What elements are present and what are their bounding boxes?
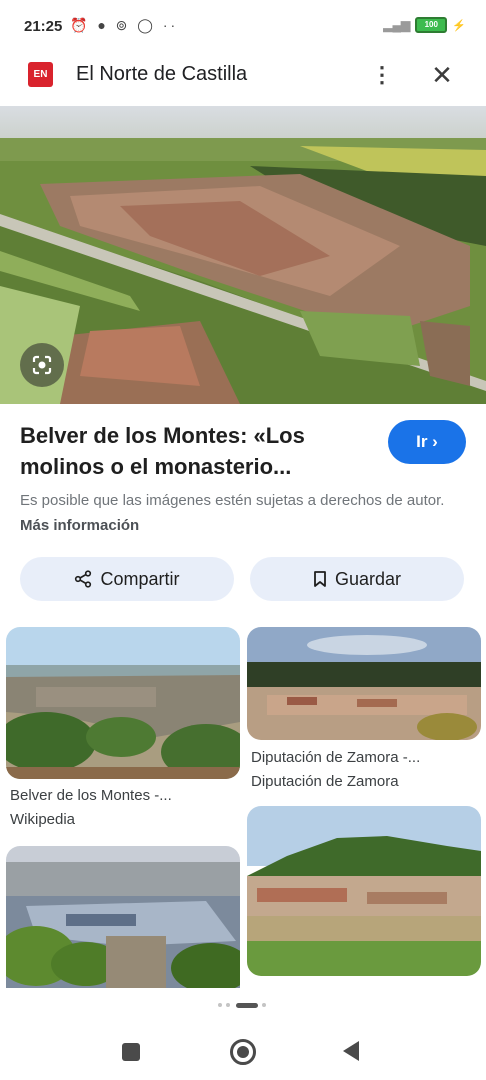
result-title[interactable]: Belver de los Montes: «Los molinos o el … xyxy=(20,420,370,482)
save-label: Guardar xyxy=(334,568,402,589)
back-icon[interactable] xyxy=(343,1041,359,1061)
copyright-notice: Es posible que las imágenes estén sujeta… xyxy=(20,488,470,538)
signal-icon: ▂▄▆ xyxy=(383,18,411,32)
aerial-village-photo xyxy=(0,106,486,404)
bookmark-icon xyxy=(314,571,326,587)
related-title-1: Belver de los Montes -... xyxy=(10,787,172,804)
app-bar: EN El Norte de Castilla ⋮ ✕ xyxy=(0,52,486,98)
visit-button[interactable]: Ir › xyxy=(388,420,466,464)
related-caption-2[interactable]: Diputación de Zamora -... Diputación de … xyxy=(251,746,481,794)
share-label: Compartir xyxy=(100,568,180,589)
hillside-village-photo xyxy=(6,846,240,988)
share-icon xyxy=(75,570,92,588)
indicator-dot xyxy=(226,1003,230,1007)
related-caption-1[interactable]: Belver de los Montes -... Wikipedia xyxy=(10,784,240,832)
site-favicon-icon: EN xyxy=(28,62,53,87)
lens-search-button[interactable] xyxy=(20,343,64,387)
site-title: El Norte de Castilla xyxy=(76,63,248,85)
copyright-text: Es posible que las imágenes estén sujeta… xyxy=(20,492,445,509)
related-image-4[interactable] xyxy=(247,806,481,976)
related-image-2[interactable] xyxy=(247,627,481,740)
charging-icon: ⚡ xyxy=(452,19,466,32)
close-icon[interactable]: ✕ xyxy=(426,58,458,92)
share-button[interactable]: Compartir xyxy=(20,557,234,601)
more-info-link[interactable]: Más información xyxy=(20,517,139,534)
indicator-dot-active xyxy=(236,1003,258,1008)
related-title-2: Diputación de Zamora -... xyxy=(251,749,421,766)
battery-icon: 100 xyxy=(415,17,448,33)
related-caption-4[interactable] xyxy=(251,980,481,990)
status-right: ▂▄▆ 100 ⚡ xyxy=(383,17,466,33)
status-time: 21:25 xyxy=(24,18,63,35)
village-photo xyxy=(6,627,240,779)
battery-level: 100 xyxy=(424,20,438,29)
hero-image[interactable] xyxy=(0,106,486,404)
favicon-text: EN xyxy=(33,69,48,80)
related-source-2: Diputación de Zamora xyxy=(251,773,399,790)
indicator-dot xyxy=(262,1003,266,1007)
status-bar: 21:25 ⏰ ● ⊚ ◯ ·· ▂▄▆ 100 ⚡ xyxy=(0,0,486,52)
related-source-1: Wikipedia xyxy=(10,811,76,828)
more-options-icon[interactable]: ⋮ xyxy=(368,58,396,92)
indicator-dot xyxy=(218,1003,222,1007)
hill-town-photo xyxy=(247,806,481,976)
system-navigation-bar xyxy=(0,1020,486,1080)
lens-icon xyxy=(32,355,52,375)
page-indicator xyxy=(212,1001,272,1009)
town-photo xyxy=(247,627,481,740)
notification-icons: ⏰ ● ⊚ ◯ ·· xyxy=(70,17,179,33)
related-image-3[interactable] xyxy=(6,846,240,988)
save-button[interactable]: Guardar xyxy=(250,557,464,601)
related-image-1[interactable] xyxy=(6,627,240,779)
home-icon[interactable] xyxy=(230,1039,256,1065)
recent-apps-icon[interactable] xyxy=(122,1043,140,1061)
